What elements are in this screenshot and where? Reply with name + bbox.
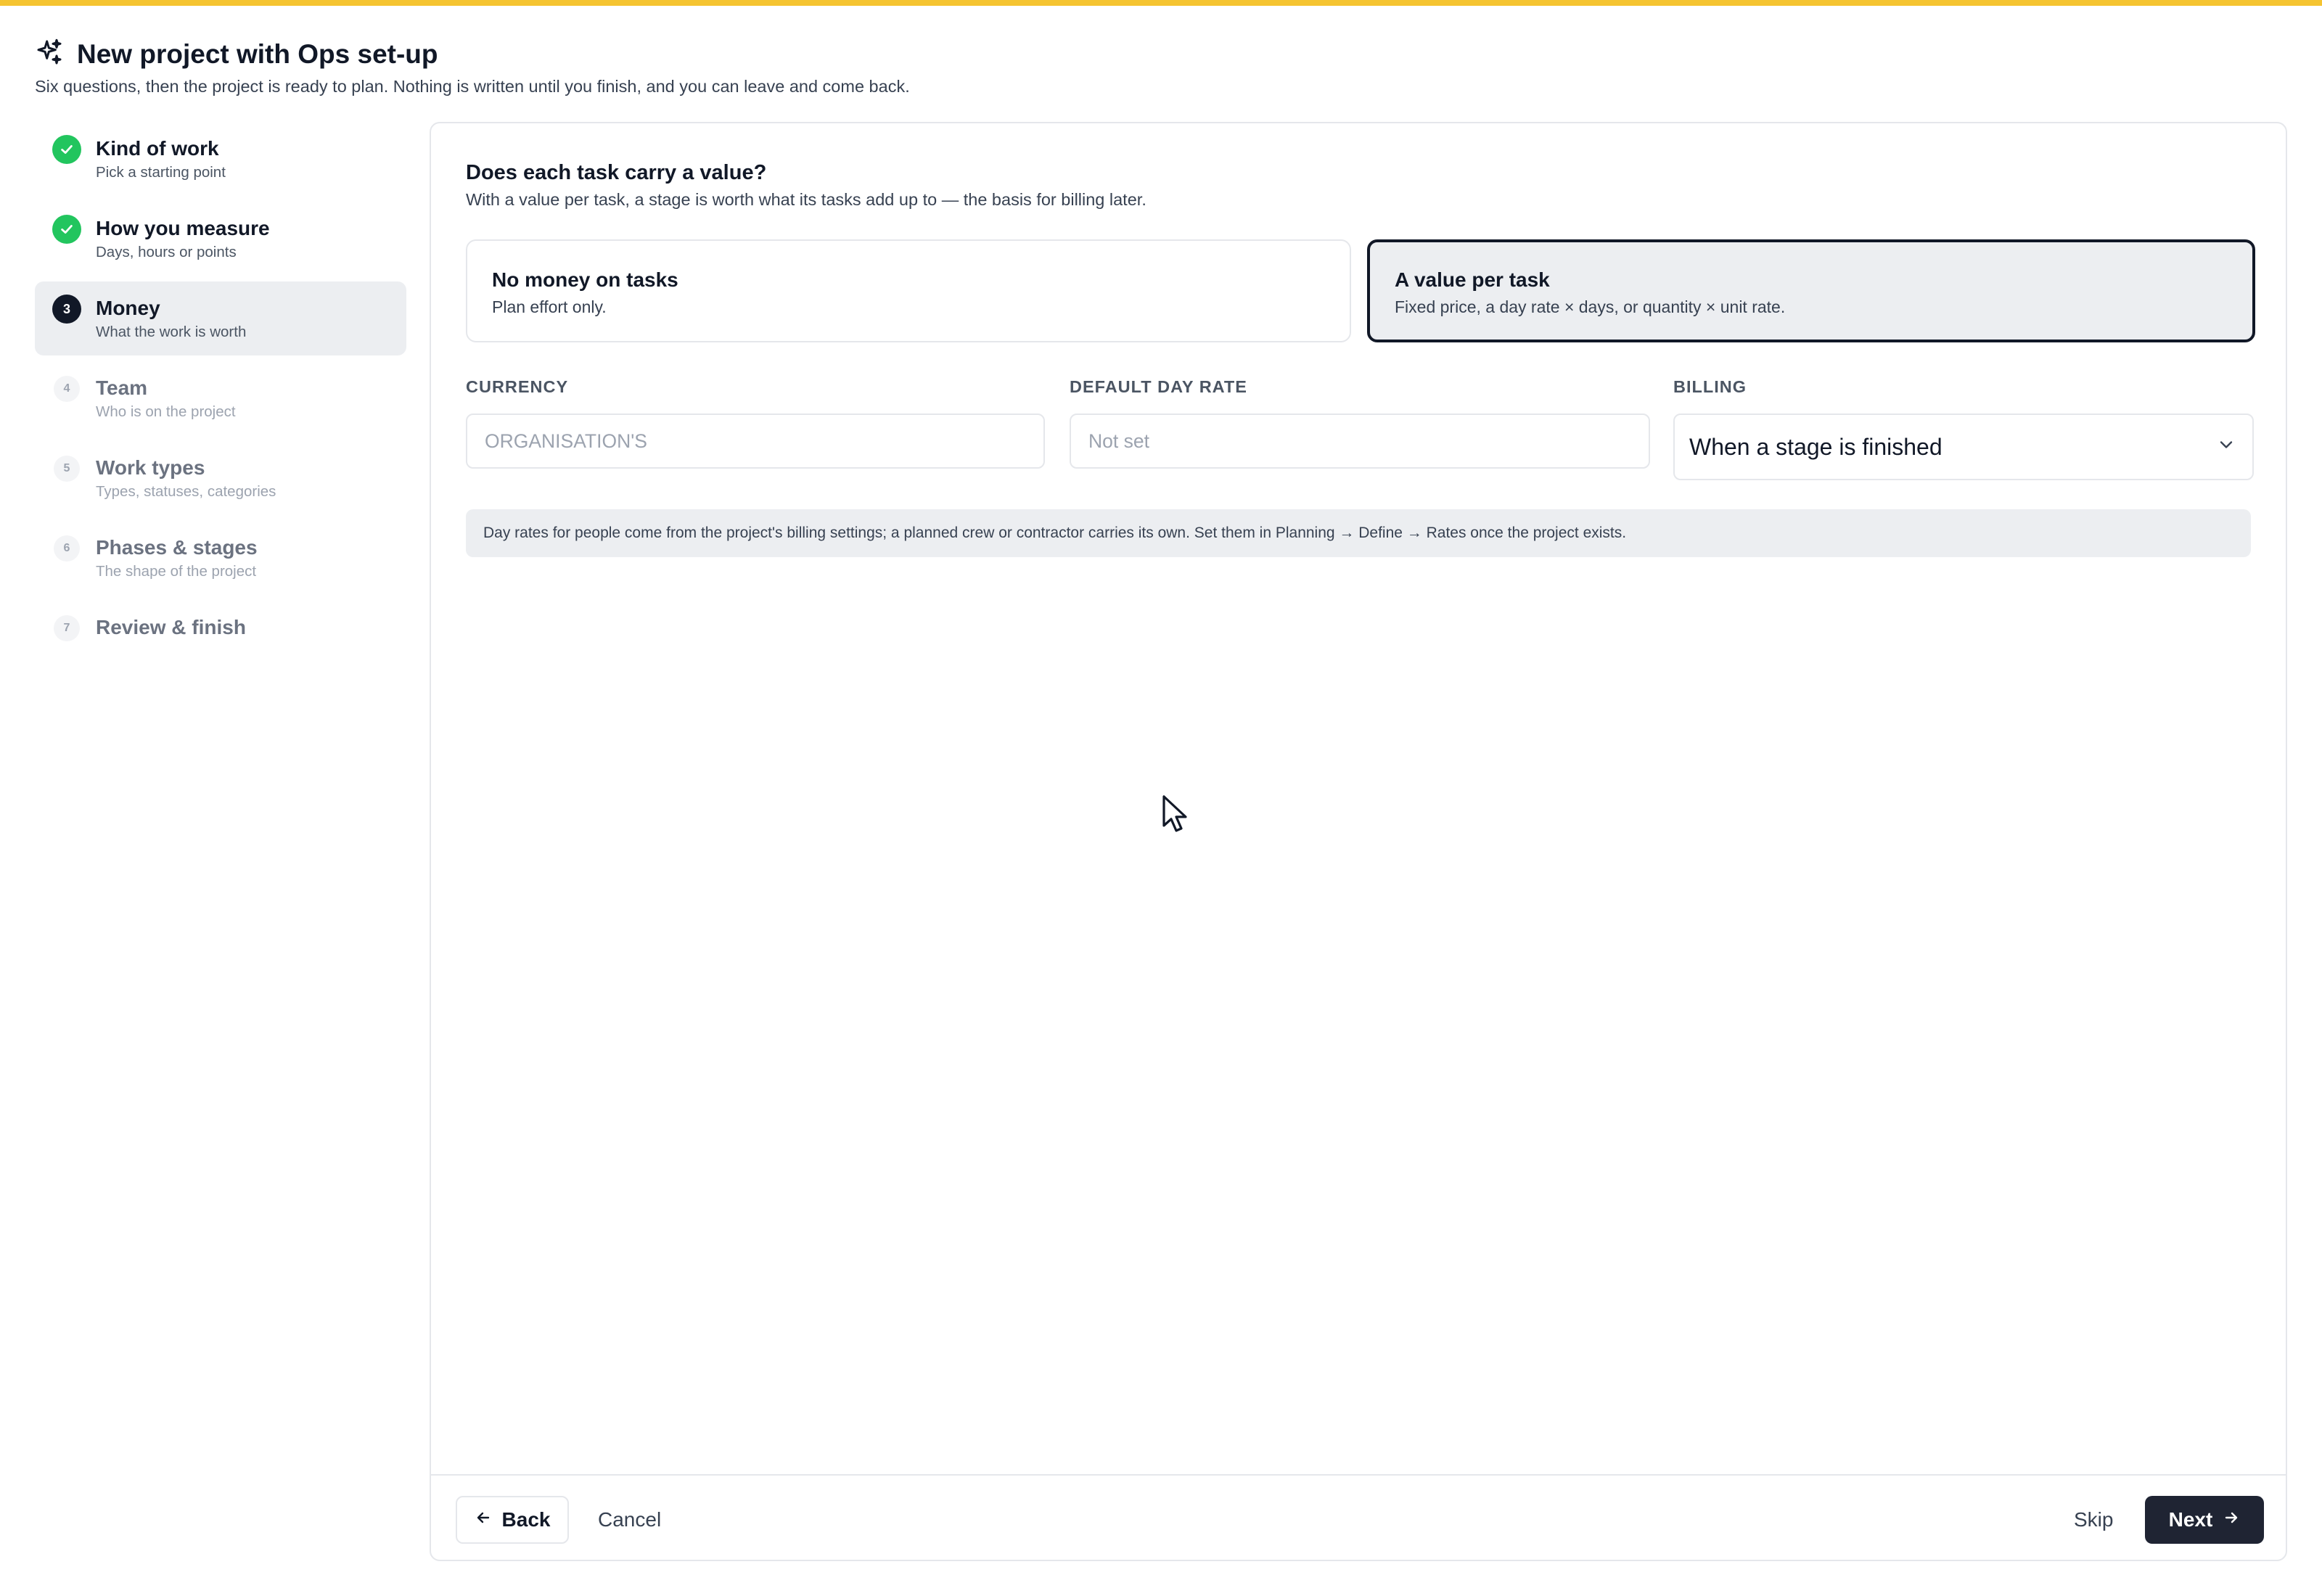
page-header: New project with Ops set-up — [35, 38, 438, 70]
option-no-money[interactable]: No money on tasks Plan effort only. — [466, 239, 1351, 342]
back-label: Back — [501, 1508, 551, 1531]
day-rate-label: DEFAULT DAY RATE — [1070, 377, 1247, 396]
step-label: Money — [96, 297, 160, 319]
step-number: 5 — [54, 456, 80, 482]
back-button[interactable]: Back — [456, 1496, 569, 1544]
step-hint: Pick a starting point — [96, 163, 226, 181]
money-step-panel: Does each task carry a value? With a val… — [430, 122, 2287, 1561]
check-icon — [52, 215, 81, 244]
step-team[interactable]: 4 Team Who is on the project — [35, 361, 406, 435]
step-number: 3 — [52, 295, 81, 324]
option-hint: Plan effort only. — [492, 297, 607, 316]
day-rate-input[interactable]: Not set — [1070, 414, 1650, 469]
step-money[interactable]: 3 Money What the work is worth — [35, 281, 406, 355]
skip-button[interactable]: Skip — [2074, 1496, 2113, 1544]
step-label: Review & finish — [96, 616, 246, 638]
currency-input[interactable]: ORGANISATION'S — [466, 414, 1045, 469]
currency-placeholder: ORGANISATION'S — [485, 429, 647, 452]
step-hint: What the work is worth — [96, 323, 247, 340]
page-title: New project with Ops set-up — [77, 38, 438, 69]
question-hint: With a value per task, a stage is worth … — [466, 190, 1146, 209]
step-label: Team — [96, 377, 148, 399]
arrow-left-icon — [475, 1508, 492, 1531]
step-label: Phases & stages — [96, 536, 258, 559]
currency-label: CURRENCY — [466, 377, 569, 396]
rates-info-note: Day rates for people come from the proje… — [466, 509, 2251, 557]
wizard-steps: Kind of work Pick a starting point How y… — [35, 122, 406, 680]
step-label: How you measure — [96, 217, 270, 239]
step-label: Work types — [96, 456, 205, 479]
next-button[interactable]: Next — [2145, 1496, 2264, 1544]
step-hint: Days, hours or points — [96, 243, 237, 260]
wizard-footer: Back Cancel Skip Next — [431, 1474, 2286, 1560]
step-hint: Who is on the project — [96, 403, 236, 420]
top-accent-bar — [0, 0, 2322, 6]
step-hint: Types, statuses, categories — [96, 482, 276, 500]
billing-select[interactable]: When a stage is finished — [1673, 414, 2254, 480]
step-hint: The shape of the project — [96, 562, 257, 580]
step-kind-of-work[interactable]: Kind of work Pick a starting point — [35, 122, 406, 196]
option-hint: Fixed price, a day rate × days, or quant… — [1395, 297, 1786, 316]
mouse-cursor-icon — [1161, 794, 1190, 834]
step-number: 7 — [54, 615, 80, 641]
option-value-per-task[interactable]: A value per task Fixed price, a day rate… — [1367, 239, 2255, 342]
next-label: Next — [2168, 1508, 2213, 1531]
sparkles-icon — [35, 38, 64, 70]
cancel-button[interactable]: Cancel — [598, 1496, 661, 1544]
step-label: Kind of work — [96, 137, 219, 160]
step-how-you-measure[interactable]: How you measure Days, hours or points — [35, 202, 406, 276]
option-label: A value per task — [1395, 268, 1550, 291]
option-label: No money on tasks — [492, 268, 678, 291]
page-subtitle: Six questions, then the project is ready… — [35, 77, 910, 96]
billing-label: BILLING — [1673, 377, 1747, 396]
step-number: 6 — [54, 535, 80, 562]
step-phases-stages[interactable]: 6 Phases & stages The shape of the proje… — [35, 521, 406, 595]
billing-value: When a stage is finished — [1689, 433, 1942, 460]
step-review-finish[interactable]: 7 Review & finish — [35, 601, 406, 675]
step-number: 4 — [54, 376, 80, 402]
day-rate-placeholder: Not set — [1088, 429, 1149, 452]
arrow-right-icon — [2223, 1508, 2240, 1531]
step-work-types[interactable]: 5 Work types Types, statuses, categories — [35, 441, 406, 515]
question-title: Does each task carry a value? — [466, 161, 767, 184]
chevron-down-icon — [2216, 434, 2236, 461]
check-icon — [52, 135, 81, 164]
